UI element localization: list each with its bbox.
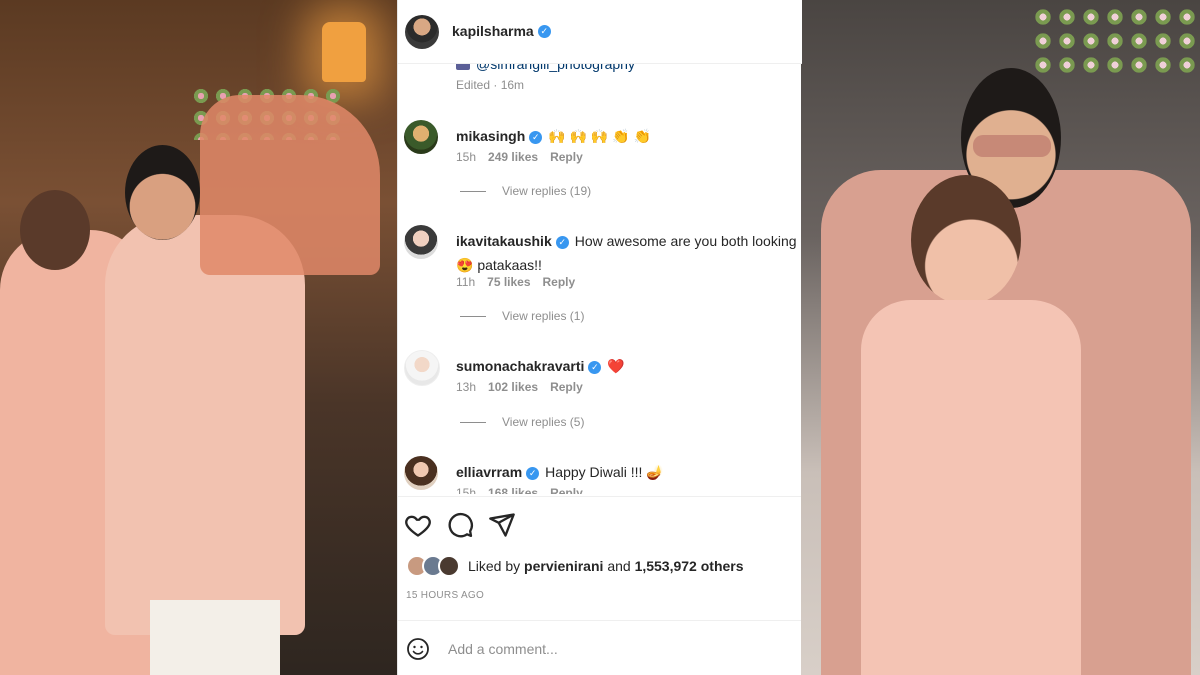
replies-divider [460,422,486,424]
comment-likes[interactable]: 102 likes [488,380,538,394]
heart-icon[interactable] [404,511,432,539]
likes-count[interactable]: 1,553,972 others [635,558,744,574]
commenter-username[interactable]: mikasingh [456,128,525,144]
author-username[interactable]: kapilsharma [452,23,534,39]
view-replies-button[interactable]: View replies (5) [460,415,584,429]
caption-edited-time: Edited · 16m [456,78,525,92]
comments-list[interactable]: @simrangill_photography Edited · 16m mik… [398,64,802,494]
comment-likes[interactable]: 75 likes [487,275,530,289]
commenter-avatar[interactable] [404,120,438,154]
liker-avatar [438,555,460,577]
woman-head [20,190,90,270]
reply-button[interactable]: Reply [543,275,576,289]
liked-and-label: and [607,558,631,574]
reply-button[interactable]: Reply [550,380,583,394]
comment-text: ❤️ [607,358,625,374]
right-photo [801,0,1200,675]
kurta [861,300,1081,675]
reply-button[interactable]: Reply [550,486,583,494]
comment-time: 15h [456,150,477,164]
commenter-avatar[interactable] [404,225,438,259]
commenter-username[interactable]: elliavrram [456,464,522,480]
comment-text: Happy Diwali !!! 🪔 [545,464,664,480]
replies-divider [460,316,486,318]
verified-badge-icon: ✓ [588,360,602,374]
flower-garland [1031,5,1200,75]
add-comment-input[interactable] [446,636,790,662]
man-figure [105,215,305,635]
post-timestamp: 15 HOURS AGO [406,590,485,601]
author-avatar[interactable] [405,14,439,49]
comment-time: 15h [456,486,477,494]
smiley-icon[interactable] [406,637,430,661]
verified-badge-icon: ✓ [555,235,569,249]
man-head [125,145,200,240]
comment-time: 13h [456,380,477,394]
comment-text: How awesome are you both looking [574,233,797,249]
post-actions: Liked by pervienirani and 1,553,972 othe… [398,496,802,675]
white-pants [150,600,280,675]
reply-button[interactable]: Reply [550,150,583,164]
commenter-username[interactable]: ikavitakaushik [456,233,552,249]
commenter-username[interactable]: sumonachakravarti [456,358,584,374]
comment-bubble-icon[interactable] [446,511,474,539]
verified-badge-icon: ✓ [537,24,551,38]
liked-by-label: Liked by [468,558,521,574]
post-header: kapilsharma ✓ [398,0,802,64]
commenter-avatar[interactable] [404,456,438,490]
camera-icon [456,64,470,71]
left-photo [0,0,397,675]
view-replies-button[interactable]: View replies (1) [460,309,584,323]
comment-likes[interactable]: 168 likes [488,486,538,494]
comment-time: 11h [456,275,476,289]
caption-photographer-tag[interactable]: @simrangill_photography [456,64,635,72]
verified-badge-icon: ✓ [529,130,543,144]
verified-badge-icon: ✓ [526,466,540,480]
comment-text-line2: 😍 patakaas!! [456,257,542,273]
add-comment-row [398,620,802,675]
send-icon[interactable] [488,511,516,539]
liker-username[interactable]: pervienirani [524,558,603,574]
sunglasses [973,135,1051,157]
woman-head [911,175,1021,305]
instagram-post-panel: kapilsharma ✓ @simrangill_photography Edi… [397,0,803,675]
dupatta [200,95,380,275]
lamp [322,22,366,82]
view-replies-button[interactable]: View replies (19) [460,184,591,198]
commenter-avatar[interactable] [404,350,440,386]
comment-likes[interactable]: 249 likes [488,150,538,164]
replies-divider [460,191,486,193]
comment-text: 🙌 🙌 🙌 👏 👏 [548,128,651,144]
author-name[interactable]: kapilsharma ✓ [452,23,551,41]
likes-summary: Liked by pervienirani and 1,553,972 othe… [406,555,744,577]
